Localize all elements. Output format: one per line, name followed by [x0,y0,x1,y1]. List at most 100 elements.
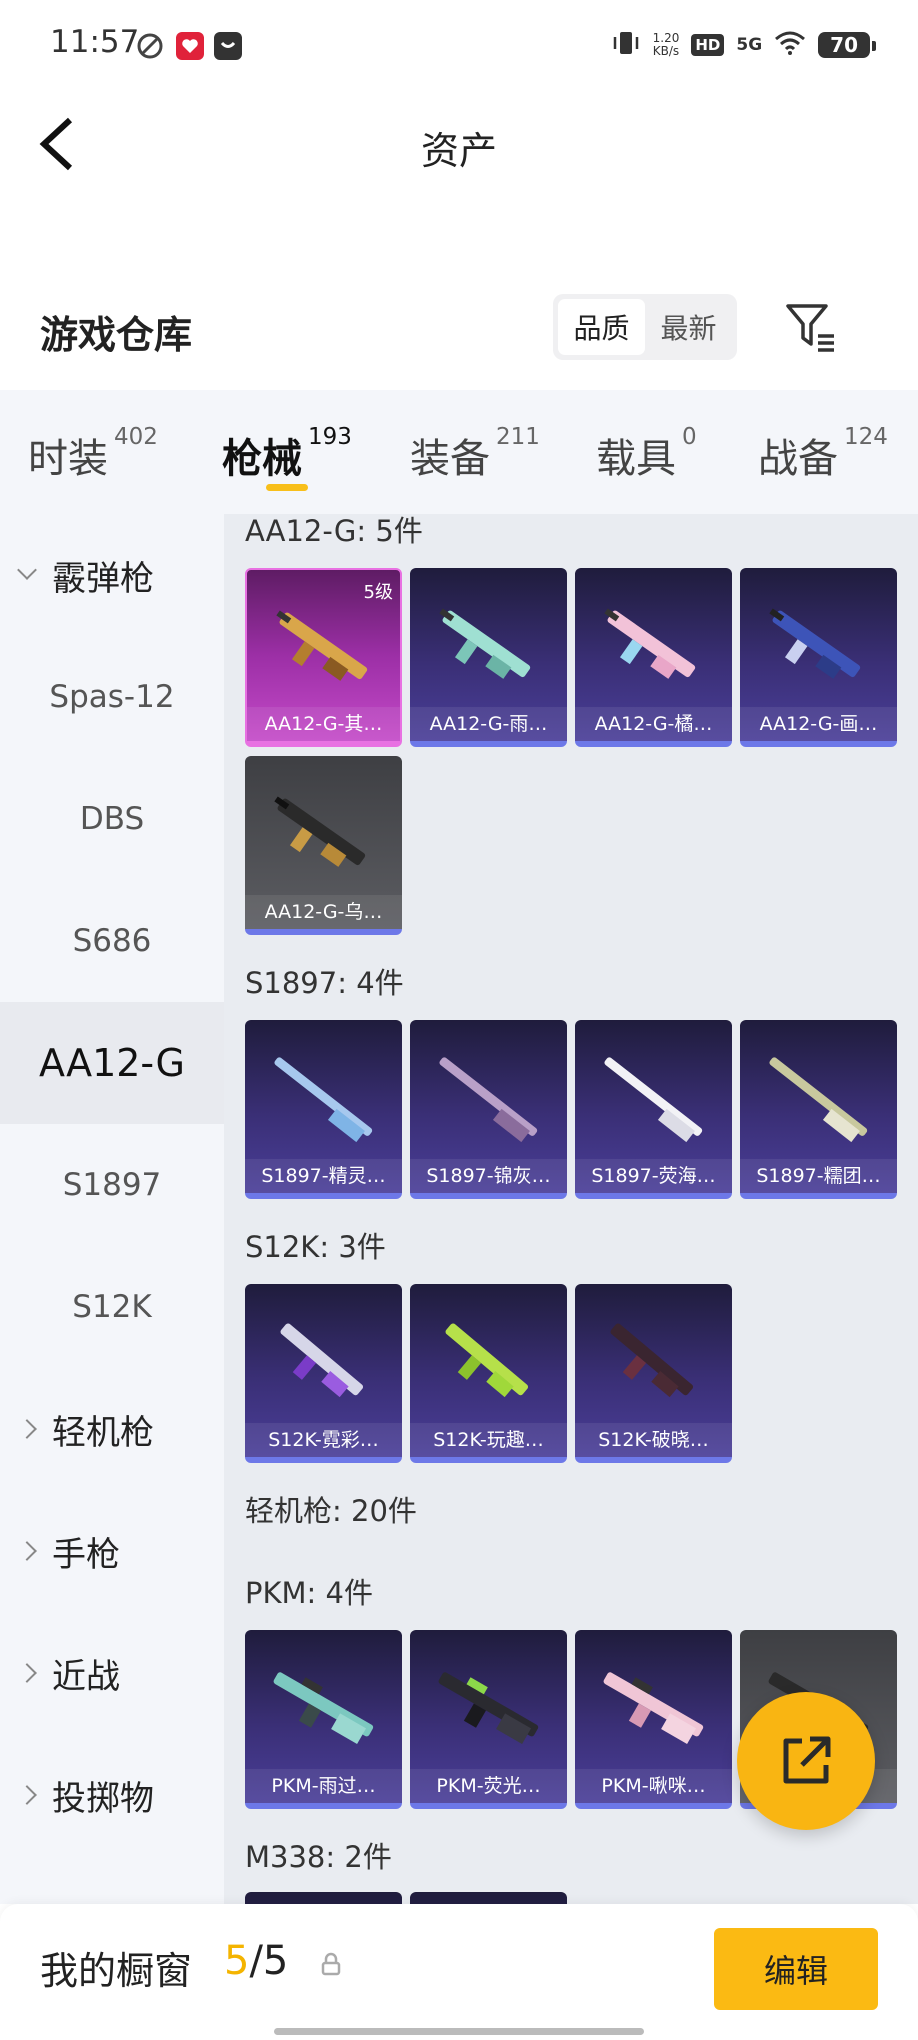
item-name: AA12-G-雨… [410,707,567,741]
vibrate-icon [611,28,641,62]
share-external-icon [783,1736,831,1784]
sidebar-item-shotgun[interactable]: 霰弹枪 [0,514,224,636]
shotgun-skin-icon [604,1057,703,1143]
item-card[interactable]: 5级 AA12-G-其… [245,568,402,747]
item-card[interactable] [410,1892,567,1904]
sidebar-item-throwable[interactable]: 投掷物 [0,1734,224,1856]
sidebar-item-spas-12[interactable]: Spas-12 [0,636,224,758]
tab-weapons[interactable]: 枪械 193 [222,424,352,484]
shotgun-skin-icon [610,1323,694,1398]
level-badge: 5级 [363,582,393,603]
showcase-count: 5/5 [224,1938,289,1984]
status-icons: 1.20 KB/s HD 5G 70 [611,28,876,62]
item-name: S12K-玩趣… [410,1423,567,1457]
shotgun-skin-icon [439,608,531,679]
network-type: 5G [736,35,763,55]
shotgun-skin-icon [604,608,696,679]
chevron-right-icon [17,1541,37,1561]
sidebar-item-s1897[interactable]: S1897 [0,1124,224,1246]
active-tab-indicator [266,484,308,491]
item-name: S1897-荧海… [575,1159,732,1193]
machine-gun-skin-icon [603,1672,704,1744]
chevron-right-icon [17,1785,37,1805]
item-name: AA12-G-画… [740,707,897,741]
item-card[interactable]: S12K-破晓… [575,1284,732,1463]
group-title: 轻机枪: 20件 [245,1494,417,1528]
shotgun-skin-icon [274,1057,373,1143]
share-external-button[interactable] [737,1692,875,1830]
shotgun-skin-icon [769,608,861,679]
item-card[interactable]: AA12-G-雨… [410,568,567,747]
net-speed: 1.20 KB/s [652,31,680,58]
edit-button[interactable]: 编辑 [714,1928,878,2010]
showcase-label: 我的橱窗 [40,1949,193,1993]
sidebar-item-s12k[interactable]: S12K [0,1246,224,1368]
machine-gun-skin-icon [273,1672,374,1744]
warehouse-title: 游戏仓库 [40,313,193,357]
section-title: AA12-G: 5件 [245,514,423,548]
sidebar-item-lmg[interactable]: 轻机枪 [0,1368,224,1490]
item-name: PKM-啾咪… [575,1769,732,1803]
section-title: S12K: 3件 [245,1230,386,1264]
sort-by-quality-button[interactable]: 品质 [558,299,645,355]
item-card[interactable]: AA12-G-乌… [245,756,402,935]
sidebar-item-aa12-g[interactable]: AA12-G [0,1002,224,1124]
item-name: S12K-破晓… [575,1423,732,1457]
showcase-bar: 我的橱窗 5/5 编辑 [0,1904,918,2040]
item-card[interactable]: PKM-啾咪… [575,1630,732,1809]
home-indicator [274,2028,644,2035]
item-card[interactable]: S1897-精灵… [245,1020,402,1199]
tab-fashion[interactable]: 时装 402 [28,424,158,484]
sidebar-item-s686[interactable]: S686 [0,880,224,1002]
filter-icon[interactable] [784,300,840,354]
item-card[interactable]: S1897-荧海… [575,1020,732,1199]
item-card[interactable]: AA12-G-画… [740,568,897,747]
item-card[interactable]: S12K-霓彩… [245,1284,402,1463]
item-name: AA12-G-其… [247,707,400,741]
item-card[interactable]: AA12-G-橘… [575,568,732,747]
item-card[interactable]: S1897-锦灰… [410,1020,567,1199]
tab-equipment[interactable]: 装备 211 [410,424,540,484]
chevron-right-icon [17,1663,37,1683]
status-bar: 11:57 1.20 KB/s HD 5G 70 [0,0,918,92]
chevron-right-icon [17,1419,37,1439]
section-title: M338: 2件 [245,1840,392,1874]
tab-vehicles[interactable]: 载具 0 [596,424,697,484]
item-card[interactable]: PKM-雨过… [245,1630,402,1809]
app-notification-icon [136,32,164,60]
section-title: PKM: 4件 [245,1576,373,1610]
sort-toggle: 品质 最新 [553,294,737,360]
item-card[interactable]: S1897-糯团… [740,1020,897,1199]
category-tabs: 时装 402 枪械 193 装备 211 载具 0 战备 124 [0,390,918,514]
item-name: S12K-霓彩… [245,1423,402,1457]
shotgun-skin-icon [280,1323,364,1398]
nav-bar: 资产 [0,92,918,196]
wifi-icon [774,30,806,60]
shotgun-skin-icon [276,610,368,681]
item-card[interactable]: S12K-玩趣… [410,1284,567,1463]
sort-by-newest-button[interactable]: 最新 [645,299,732,355]
shotgun-skin-icon [439,1057,538,1143]
item-name: S1897-精灵… [245,1159,402,1193]
sidebar-item-melee[interactable]: 近战 [0,1612,224,1734]
item-name: PKM-荧光… [410,1769,567,1803]
hd-badge: HD [691,34,725,56]
item-name: S1897-糯团… [740,1159,897,1193]
section-title: S1897: 4件 [245,966,404,1000]
lock-icon [320,1952,342,1976]
item-card[interactable] [245,1892,402,1904]
item-name: S1897-锦灰… [410,1159,567,1193]
app-notification-icon [214,32,242,60]
tab-supplies[interactable]: 战备 124 [758,424,888,484]
sidebar-item-pistol[interactable]: 手枪 [0,1490,224,1612]
item-card[interactable]: PKM-荧光… [410,1630,567,1809]
battery-indicator: 70 [818,32,876,58]
shotgun-skin-icon [274,796,366,867]
item-name: AA12-G-橘… [575,707,732,741]
chevron-down-icon [17,560,37,580]
weapon-type-sidebar: 霰弹枪 Spas-12 DBS S686 AA12-G S1897 S12K 轻… [0,514,224,1904]
page-title: 资产 [420,129,497,173]
shotgun-skin-icon [769,1057,868,1143]
sidebar-item-dbs[interactable]: DBS [0,758,224,880]
item-name: AA12-G-乌… [245,895,402,929]
